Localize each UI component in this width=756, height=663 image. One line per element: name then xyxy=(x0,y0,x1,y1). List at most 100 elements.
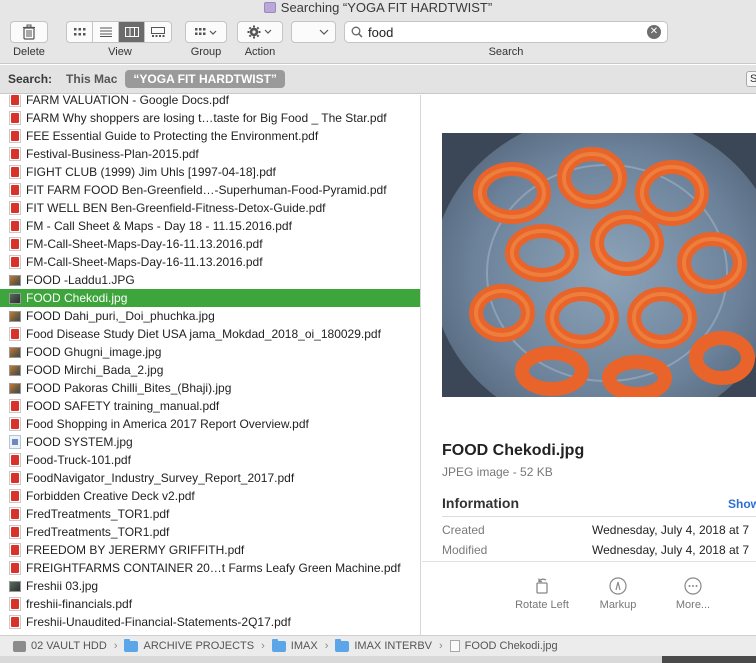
file-row[interactable]: FEE Essential Guide to Protecting the En… xyxy=(0,127,420,145)
preview-file-name: FOOD Chekodi.jpg xyxy=(442,442,585,459)
file-row[interactable]: Festival-Business-Plan-2015.pdf xyxy=(0,145,420,163)
markup-label: Markup xyxy=(599,599,637,611)
image-file-icon xyxy=(9,310,21,322)
action-button[interactable] xyxy=(237,21,283,43)
file-row[interactable]: FoodNavigator_Industry_Survey_Report_201… xyxy=(0,469,420,487)
file-name: FARM Why shoppers are losing t…taste for… xyxy=(26,111,387,125)
folder-icon xyxy=(271,638,286,652)
scope-current-folder[interactable]: “YOGA FIT HARDTWIST” xyxy=(125,70,285,88)
search-field[interactable]: ✕ xyxy=(344,21,668,43)
file-name: Food Disease Study Diet USA jama_Mokdad_… xyxy=(26,327,381,341)
file-row[interactable]: Food Disease Study Diet USA jama_Mokdad_… xyxy=(0,325,420,343)
search-input[interactable] xyxy=(368,24,647,40)
file-row[interactable]: FM-Call-Sheet-Maps-Day-16-11.13.2016.pdf xyxy=(0,253,420,271)
gallery-icon xyxy=(151,27,165,37)
file-row[interactable]: FM-Call-Sheet-Maps-Day-16-11.13.2016.pdf xyxy=(0,235,420,253)
preview-file-kind: JPEG image - 52 KB xyxy=(442,465,553,479)
save-search-button[interactable]: S xyxy=(746,71,756,87)
scope-this-mac[interactable]: This Mac xyxy=(66,72,117,86)
more-button[interactable]: More... xyxy=(658,575,728,611)
file-row[interactable]: FM - Call Sheet & Maps - Day 18 - 11.15.… xyxy=(0,217,420,235)
pdf-file-icon xyxy=(9,561,21,575)
file-row[interactable]: FOOD Pakoras Chilli_Bites_(Bhaji).jpg xyxy=(0,379,420,397)
markup-button[interactable]: Markup xyxy=(583,575,653,611)
pdf-file-icon xyxy=(9,597,21,611)
file-row[interactable]: FIT FARM FOOD Ben-Greenfield…-Superhuman… xyxy=(0,181,420,199)
pdf-file-icon xyxy=(9,165,21,179)
list-icon xyxy=(99,27,112,37)
search-folder-icon xyxy=(263,2,276,13)
share-dropdown-button[interactable] xyxy=(291,21,336,43)
file-row[interactable]: FOOD Dahi_puri,_Doi_phuchka.jpg xyxy=(0,307,420,325)
search-label: Search xyxy=(488,46,524,58)
file-row[interactable]: FREEDOM BY JERERMY GRIFFITH.pdf xyxy=(0,541,420,559)
file-row[interactable]: FOOD Mirchi_Bada_2.jpg xyxy=(0,361,420,379)
file-row[interactable]: freshii-financials.pdf xyxy=(0,595,420,613)
list-view-button[interactable] xyxy=(93,22,119,42)
gallery-view-button[interactable] xyxy=(145,22,171,42)
image-file-icon xyxy=(9,346,21,358)
delete-button[interactable] xyxy=(10,21,48,43)
action-label: Action xyxy=(244,46,276,58)
information-heading: Information xyxy=(442,495,519,511)
file-row[interactable]: Food Shopping in America 2017 Report Ove… xyxy=(0,415,420,433)
path-folder-imax[interactable]: IMAX xyxy=(271,638,318,652)
show-more-link[interactable]: Show xyxy=(728,497,756,511)
clear-search-icon[interactable]: ✕ xyxy=(647,25,661,39)
path-folder-archive[interactable]: ARCHIVE PROJECTS xyxy=(124,638,254,652)
created-label: Created xyxy=(442,523,485,537)
created-value: Wednesday, July 4, 2018 at 7 xyxy=(592,523,749,537)
search-results-list: FARM VALUATION - Google Docs.pdf FARM Why… xyxy=(0,95,421,635)
pdf-file-icon xyxy=(9,525,21,539)
file-row[interactable]: Freshii-Unaudited-Financial-Statements-2… xyxy=(0,613,420,631)
icon-view-button[interactable] xyxy=(67,22,93,42)
file-row[interactable]: FOOD -Laddu1.JPG xyxy=(0,271,420,289)
file-row[interactable]: FredTreatments_TOR1.pdf xyxy=(0,505,420,523)
file-row[interactable]: FIGHT CLUB (1999) Jim Uhls [1997-04-18].… xyxy=(0,163,420,181)
path-separator: › xyxy=(439,640,443,652)
file-name: FREEDOM BY JERERMY GRIFFITH.pdf xyxy=(26,543,245,557)
file-name: FM - Call Sheet & Maps - Day 18 - 11.15.… xyxy=(26,219,292,233)
pdf-file-icon xyxy=(9,237,21,251)
file-row[interactable]: FARM VALUATION - Google Docs.pdf xyxy=(0,95,420,109)
column-view-button[interactable] xyxy=(119,22,145,42)
file-name: FOOD Mirchi_Bada_2.jpg xyxy=(26,363,164,377)
file-name: Food Shopping in America 2017 Report Ove… xyxy=(26,417,309,431)
image-file-icon xyxy=(9,274,21,286)
path-file-label: FOOD Chekodi.jpg xyxy=(464,640,558,652)
file-row[interactable]: Food-Truck-101.pdf xyxy=(0,451,420,469)
group-grid-icon xyxy=(195,28,217,35)
file-name: FOOD -Laddu1.JPG xyxy=(26,273,135,287)
search-scope-bar: Search: This Mac “YOGA FIT HARDTWIST” S xyxy=(0,65,756,94)
file-row[interactable]: Freshii 03.jpg xyxy=(0,577,420,595)
file-name: Festival-Business-Plan-2015.pdf xyxy=(26,147,199,161)
file-row[interactable]: FOOD Ghugni_image.jpg xyxy=(0,343,420,361)
columns-icon xyxy=(124,27,139,37)
file-row[interactable]: FREIGHTFARMS CONTAINER 20…t Farms Leafy … xyxy=(0,559,420,577)
window-titlebar: Searching “YOGA FIT HARDTWIST” xyxy=(0,0,756,16)
file-row[interactable]: FredTreatments_TOR1.pdf xyxy=(0,523,420,541)
pdf-file-icon xyxy=(9,95,21,107)
path-drive[interactable]: 02 VAULT HDD xyxy=(13,640,107,652)
window-title: Searching “YOGA FIT HARDTWIST” xyxy=(263,0,493,15)
file-name: FOOD SAFETY training_manual.pdf xyxy=(26,399,220,413)
file-row[interactable]: FOOD SAFETY training_manual.pdf xyxy=(0,397,420,415)
window-title-text: Searching “YOGA FIT HARDTWIST” xyxy=(280,0,493,15)
file-name: FEE Essential Guide to Protecting the En… xyxy=(26,129,319,143)
file-row[interactable]: FARM Why shoppers are losing t…taste for… xyxy=(0,109,420,127)
file-row[interactable]: Forbidden Creative Deck v2.pdf xyxy=(0,487,420,505)
file-row[interactable]: FOOD Chekodi.jpg xyxy=(0,289,420,307)
group-button[interactable] xyxy=(185,21,227,43)
path-folder-interbv[interactable]: IMAX INTERBV xyxy=(335,638,432,652)
document-file-icon xyxy=(9,435,21,449)
file-row[interactable]: FIT WELL BEN Ben-Greenfield-Fitness-Deto… xyxy=(0,199,420,217)
path-separator: › xyxy=(324,640,329,652)
actions-divider xyxy=(422,561,756,562)
search-icon xyxy=(351,26,363,38)
pdf-file-icon xyxy=(9,489,21,503)
file-name: FredTreatments_TOR1.pdf xyxy=(26,525,170,539)
file-row[interactable]: FOOD SYSTEM.jpg xyxy=(0,433,420,451)
scope-label: Search: xyxy=(8,72,53,86)
rotate-left-button[interactable]: Rotate Left xyxy=(507,575,577,611)
path-file[interactable]: FOOD Chekodi.jpg xyxy=(449,640,558,652)
